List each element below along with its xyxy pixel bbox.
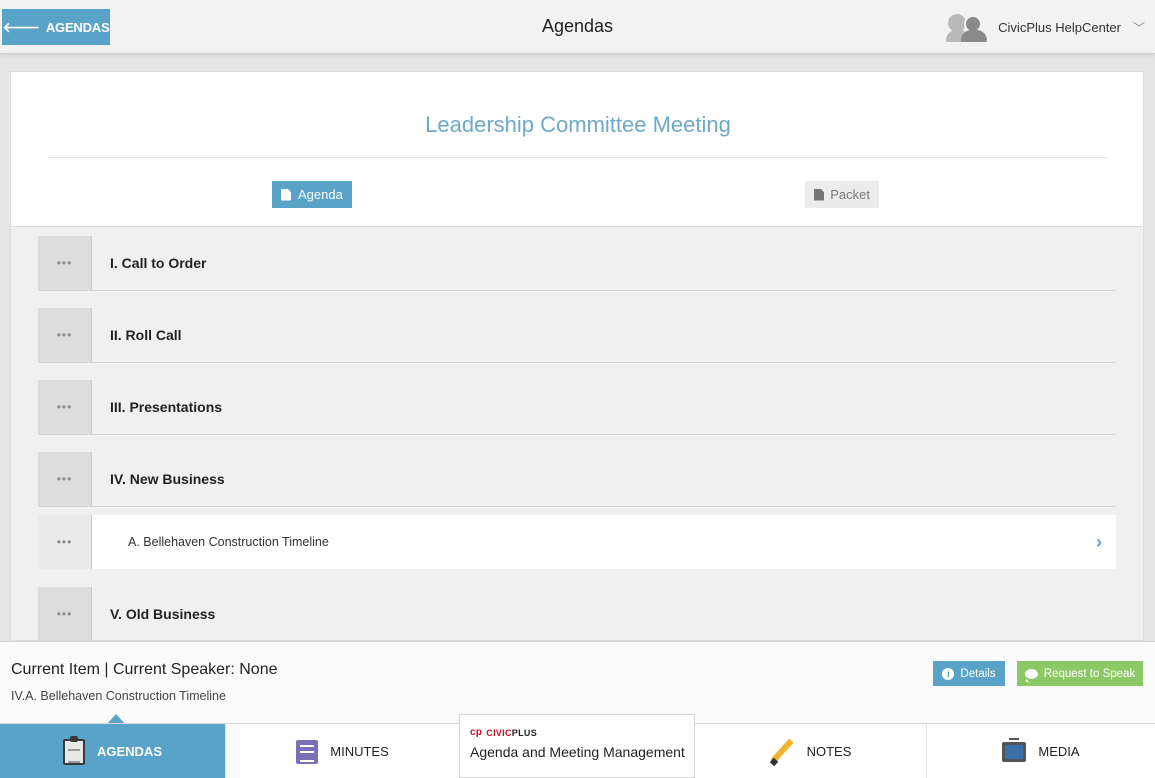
nav-agendas[interactable]: AGENDAS bbox=[0, 724, 226, 778]
drag-handle-icon[interactable]: ••• bbox=[38, 515, 92, 569]
minutes-list-icon bbox=[296, 739, 319, 764]
tab-agenda[interactable]: Agenda bbox=[272, 181, 352, 208]
agenda-item-label: III. Presentations bbox=[110, 399, 223, 415]
nav-minutes[interactable]: MINUTES bbox=[226, 724, 460, 778]
nav-notes[interactable]: NOTES bbox=[694, 724, 927, 778]
chevron-down-icon: ﹀ bbox=[1132, 20, 1145, 35]
chevron-right-icon[interactable]: › bbox=[1082, 515, 1116, 569]
clipboard-icon bbox=[62, 735, 85, 765]
civicplus-logo: cp CIVICPLUS bbox=[470, 727, 684, 738]
nav-notes-label: NOTES bbox=[806, 744, 852, 759]
agenda-item-label: V. Old Business bbox=[110, 606, 216, 622]
drag-handle-icon[interactable]: ••• bbox=[38, 236, 92, 290]
speech-bubble-icon bbox=[1024, 668, 1038, 682]
tab-agenda-label: Agenda bbox=[298, 187, 343, 202]
top-bar: 🡐 AGENDAS Agendas CivicPlus HelpCenter ﹀ bbox=[0, 0, 1155, 54]
details-button-label: Details bbox=[960, 667, 996, 680]
nav-agendas-label: AGENDAS bbox=[96, 744, 162, 759]
current-item-bar: Current Item | Current Speaker: None IV.… bbox=[0, 641, 1155, 724]
info-icon: i bbox=[942, 667, 955, 680]
tab-packet-label: Packet bbox=[830, 187, 870, 202]
agenda-item-label: I. Call to Order bbox=[110, 255, 207, 271]
details-button[interactable]: i Details bbox=[933, 661, 1005, 686]
user-avatar-icon bbox=[946, 12, 988, 42]
meeting-header: Leadership Committee Meeting Agenda Pack… bbox=[11, 72, 1143, 227]
agenda-item[interactable]: ••• I. Call to Order bbox=[38, 236, 1116, 291]
user-menu[interactable]: CivicPlus HelpCenter ﹀ bbox=[946, 12, 1145, 42]
user-name: CivicPlus HelpCenter bbox=[998, 19, 1121, 35]
drag-handle-icon[interactable]: ••• bbox=[38, 587, 92, 640]
document-icon bbox=[814, 189, 823, 201]
current-item-title: Current Item | Current Speaker: None bbox=[11, 661, 278, 678]
drag-handle-icon[interactable]: ••• bbox=[38, 308, 92, 362]
agenda-item[interactable]: ••• III. Presentations bbox=[38, 380, 1116, 435]
cp-mark: cp bbox=[470, 727, 483, 738]
request-to-speak-button[interactable]: Request to Speak bbox=[1017, 661, 1143, 686]
agenda-item-label: IV. New Business bbox=[110, 471, 225, 487]
nav-media[interactable]: MEDIA bbox=[927, 724, 1155, 778]
agenda-subitem-label: A. Bellehaven Construction Timeline bbox=[128, 535, 329, 549]
pencil-icon bbox=[769, 739, 795, 765]
agenda-item[interactable]: ••• II. Roll Call bbox=[38, 308, 1116, 363]
divider bbox=[48, 157, 1108, 158]
drag-handle-icon[interactable]: ••• bbox=[38, 452, 92, 506]
nav-minutes-label: MINUTES bbox=[330, 744, 389, 759]
current-item-name: IV.A. Bellehaven Construction Timeline bbox=[11, 689, 226, 703]
agenda-item-label: II. Roll Call bbox=[110, 327, 182, 343]
agenda-panel: Leadership Committee Meeting Agenda Pack… bbox=[10, 71, 1144, 641]
brand-product-name: Agenda and Meeting Management bbox=[470, 744, 685, 760]
agenda-subitem[interactable]: ••• A. Bellehaven Construction Timeline … bbox=[38, 515, 1116, 569]
logo-plus: PLUS bbox=[511, 727, 537, 738]
agenda-item[interactable]: ••• IV. New Business bbox=[38, 452, 1116, 507]
agenda-item[interactable]: ••• V. Old Business bbox=[38, 587, 1116, 640]
meeting-title: Leadership Committee Meeting bbox=[425, 112, 731, 137]
civicplus-brand: cp CIVICPLUS Agenda and Meeting Manageme… bbox=[459, 714, 695, 778]
request-to-speak-label: Request to Speak bbox=[1043, 667, 1136, 680]
drag-handle-icon[interactable]: ••• bbox=[38, 380, 92, 434]
logo-civic: CIVIC bbox=[486, 727, 512, 738]
document-icon bbox=[281, 189, 291, 201]
nav-media-label: MEDIA bbox=[1038, 744, 1080, 759]
tv-icon bbox=[1002, 737, 1027, 762]
tab-packet[interactable]: Packet bbox=[805, 181, 879, 208]
